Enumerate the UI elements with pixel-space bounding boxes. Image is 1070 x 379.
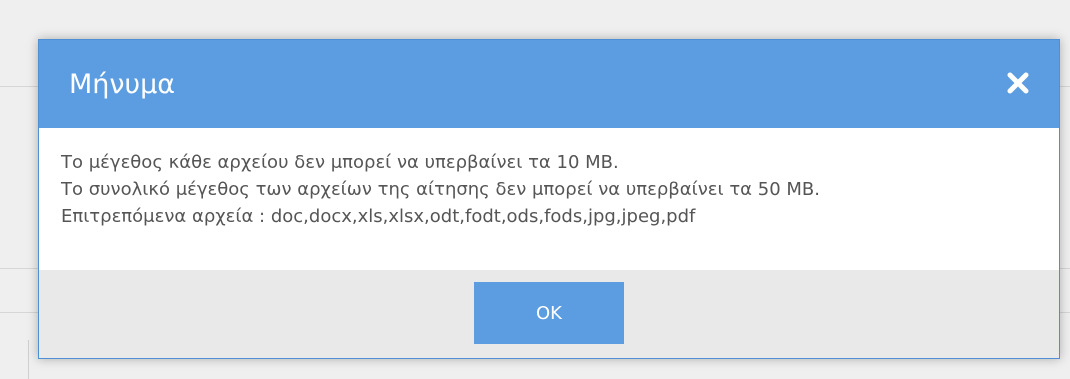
dialog-header: Μήνυμα [39, 40, 1059, 128]
message-line-file-size: Το μέγεθος κάθε αρχείου δεν μπορεί να υπ… [61, 152, 619, 173]
message-line-allowed-files: Επιτρεπόμενα αρχεία : doc,docx,xls,xlsx,… [61, 206, 696, 227]
dialog-footer: OK [39, 270, 1059, 358]
close-icon [1007, 72, 1029, 94]
close-button[interactable] [1005, 70, 1031, 96]
dialog-title: Μήνυμα [69, 69, 176, 100]
dialog-body: Το μέγεθος κάθε αρχείου δεν μπορεί να υπ… [39, 128, 1059, 270]
message-dialog: Μήνυμα Το μέγεθος κάθε αρχείου δεν μπορε… [38, 39, 1060, 359]
ok-button[interactable]: OK [474, 282, 624, 344]
message-line-total-size: Το συνολικό μέγεθος των αρχείων της αίτη… [61, 179, 820, 200]
background-divider [28, 340, 29, 379]
